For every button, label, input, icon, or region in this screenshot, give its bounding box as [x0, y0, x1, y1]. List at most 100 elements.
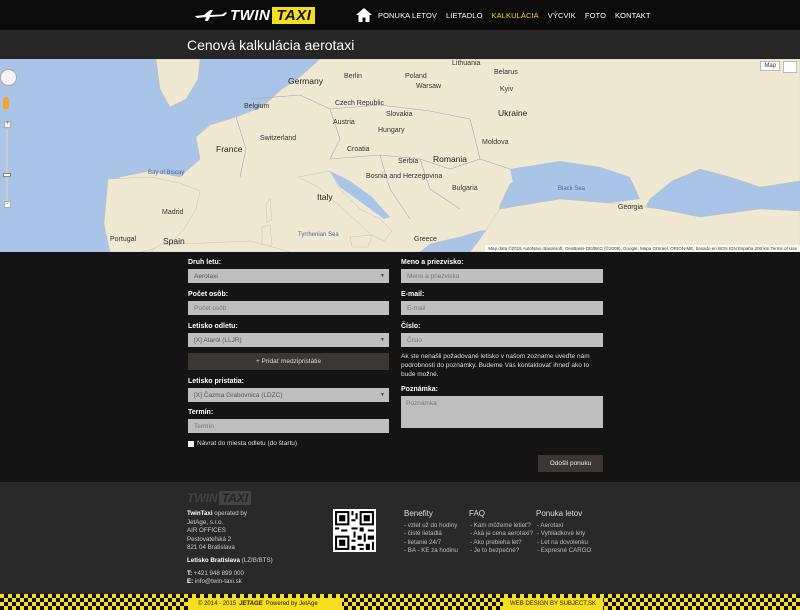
airplane-icon [195, 10, 227, 21]
footer [0, 482, 800, 594]
title-bar [0, 30, 800, 59]
nav-foto[interactable]: FOTO [585, 11, 606, 20]
footer-link-ponuka-1[interactable]: - Aerotaxi [537, 522, 563, 529]
map-type-button[interactable]: Map [760, 61, 780, 71]
map-label-moldova: Moldova [482, 139, 509, 146]
fullscreen-icon[interactable] [783, 61, 797, 73]
meno-input[interactable]: Meno a priezvisko [401, 269, 603, 283]
home-icon[interactable] [356, 8, 372, 22]
druh-letu-select[interactable]: Aerotaxi [188, 269, 389, 283]
add-stopover-button[interactable]: + Pridať medzipristátie [188, 353, 389, 370]
letisko-pristatia-label: Letisko pristatia: [188, 378, 245, 385]
cislo-label: Číslo: [401, 323, 421, 330]
map-label-warsaw: Warsaw [416, 83, 442, 90]
street-view-pegman-icon[interactable] [3, 97, 9, 109]
pocet-osob-label: Počet osôb: [188, 291, 229, 298]
nav-lietadlo[interactable]: LIETADLO [446, 11, 483, 20]
nav-ponuka-letov[interactable]: PONUKA LETOV [378, 11, 437, 20]
map-label-bay-of-biscay: Bay of Biscay [148, 170, 185, 176]
navrat-label: Návrat do miesta odletu (do štartu) [197, 440, 298, 447]
map-label-portugal: Portugal [110, 236, 137, 243]
letisko-odletu-select[interactable]: [X] Ataról (LLJR) [188, 333, 389, 347]
copyright-years: © 2014 - 2015 [198, 601, 237, 607]
map-label-belarus: Belarus [494, 69, 518, 76]
footer-logo-taxi: TAXI [218, 491, 252, 505]
email-label: E-mail: [401, 291, 425, 298]
footer-link-benefit-4[interactable]: - BA - KE za hodinu [404, 547, 458, 554]
jetage-logo[interactable]: JETAGE [239, 601, 263, 607]
map-label-bosnia: Bosnia and Herzegovina [366, 173, 443, 180]
map-label-berlin: Berlin [344, 73, 362, 80]
nav-kalkulacia[interactable]: KALKULÁCIA [492, 11, 539, 20]
map-label-bulgaria: Bulgaria [452, 185, 478, 192]
checkered-taxi-strip [0, 594, 800, 610]
footer-link-faq-3[interactable]: - Ako prebieha let? [470, 539, 522, 546]
letisko-pristatia-select[interactable]: [X] Čazma Grabovnica (LDZC) [188, 388, 389, 402]
map-label-italy: Italy [317, 192, 333, 202]
cislo-input[interactable]: Číslo [401, 333, 603, 347]
zoom-out-button[interactable]: − [4, 201, 11, 208]
footer-link-benefit-2[interactable]: - čisté lietadlá [404, 530, 442, 537]
twin-taxi-logo[interactable]: TWIN TAXI [194, 5, 316, 25]
footer-col-faq-title: FAQ [469, 509, 486, 518]
powered-by[interactable]: Powered by JetAge [266, 601, 318, 607]
map-label-germany: Germany [288, 76, 323, 86]
footer-link-faq-2[interactable]: - Aká je cena aerotaxi? [470, 530, 533, 537]
map-label-austria: Austria [333, 119, 355, 126]
map-zoom-control[interactable]: + − [3, 121, 11, 209]
zoom-in-button[interactable]: + [4, 121, 11, 128]
map-label-ukraine: Ukraine [498, 108, 528, 118]
footer-col-benefity-title: Benefity [404, 509, 433, 518]
nav-vycvik[interactable]: VÝCVIK [548, 11, 576, 20]
letisko-odletu-label: Letisko odletu: [188, 323, 238, 330]
termin-input[interactable]: Termín [188, 419, 389, 433]
map-label-serbia: Serbia [398, 158, 419, 165]
footer-link-benefit-1[interactable]: - vzlet už do hodiny [404, 522, 457, 529]
map-label-poland: Poland [405, 73, 427, 80]
footer-link-ponuka-2[interactable]: - Vyhliadkové lety [537, 530, 585, 537]
map-label-madrid: Madrid [162, 209, 184, 216]
navrat-checkbox[interactable] [188, 441, 194, 447]
map-label-hungary: Hungary [378, 127, 405, 134]
footer-logo[interactable]: TWIN TAXI [187, 491, 252, 505]
footer-link-ponuka-4[interactable]: - Expresné CARGO [537, 547, 591, 554]
map-label-czech: Czech Republic [335, 100, 385, 107]
email-address[interactable]: info@twin-taxi.sk [193, 578, 242, 585]
company-name: TwinTaxi [187, 510, 213, 517]
footer-link-faq-4[interactable]: - Je to bezpečné? [470, 547, 519, 554]
copyright-bar: © 2014 - 2015 JETAGE Powered by JetAge [188, 598, 342, 610]
logo-text-twin: TWIN [230, 6, 271, 24]
zoom-slider-handle[interactable] [3, 173, 11, 177]
footer-link-faq-1[interactable]: - Kam môžeme letieť? [470, 522, 531, 529]
poznamka-textarea[interactable]: Poznámka [401, 396, 603, 428]
footer-col-ponuka-title: Ponuka letov [536, 509, 583, 518]
map-attribution: Map data ©2015 AutoNavi, Basarsoft, GeoB… [485, 245, 800, 252]
map-pan-control[interactable] [0, 69, 17, 86]
map-label-georgia: Georgia [618, 204, 643, 211]
map-label-lithuania: Lithuania [452, 60, 481, 67]
footer-link-ponuka-3[interactable]: - Let na dovolenku [537, 539, 588, 546]
web-design-credit[interactable]: WEB DESIGN BY SUBJECT.SK [503, 598, 603, 610]
phone-line: T: +421 948 899 000 [187, 570, 244, 577]
druh-letu-label: Druh letu: [188, 259, 222, 266]
company-line: TwinTaxi operated by [187, 510, 247, 517]
address-line-3: Pestovateľská 2 [187, 536, 232, 543]
map-label-tyrrhenian: Tyrrhenian Sea [298, 232, 339, 238]
map-label-romania: Romania [433, 154, 468, 164]
footer-link-benefit-3[interactable]: - lietanie 24/7 [404, 539, 441, 546]
address-line-2: AIR OFFICES [187, 527, 226, 534]
address-line-4: 821 04 Bratislava [187, 544, 235, 551]
calculation-form [0, 252, 800, 482]
phone-number[interactable]: +421 948 899 000 [192, 570, 244, 577]
map-label-greece: Greece [414, 236, 437, 243]
pocet-osob-input[interactable]: Počet osôb [188, 301, 389, 315]
route-map[interactable]: Germany France Ukraine Romania Italy Spa… [0, 59, 800, 252]
poznamka-label: Poznámka: [401, 386, 438, 393]
email-line: E: info@twin-taxi.sk [187, 578, 242, 585]
submit-button[interactable]: Odošli ponuku [538, 455, 603, 472]
email-input[interactable]: E-mail [401, 301, 603, 315]
map-label-belgium: Belgium [244, 103, 270, 110]
zoom-slider-track[interactable] [6, 129, 8, 201]
main-menu: PONUKA LETOV LIETADLO KALKULÁCIA VÝCVIK … [356, 6, 660, 24]
nav-kontakt[interactable]: KONTAKT [615, 11, 651, 20]
